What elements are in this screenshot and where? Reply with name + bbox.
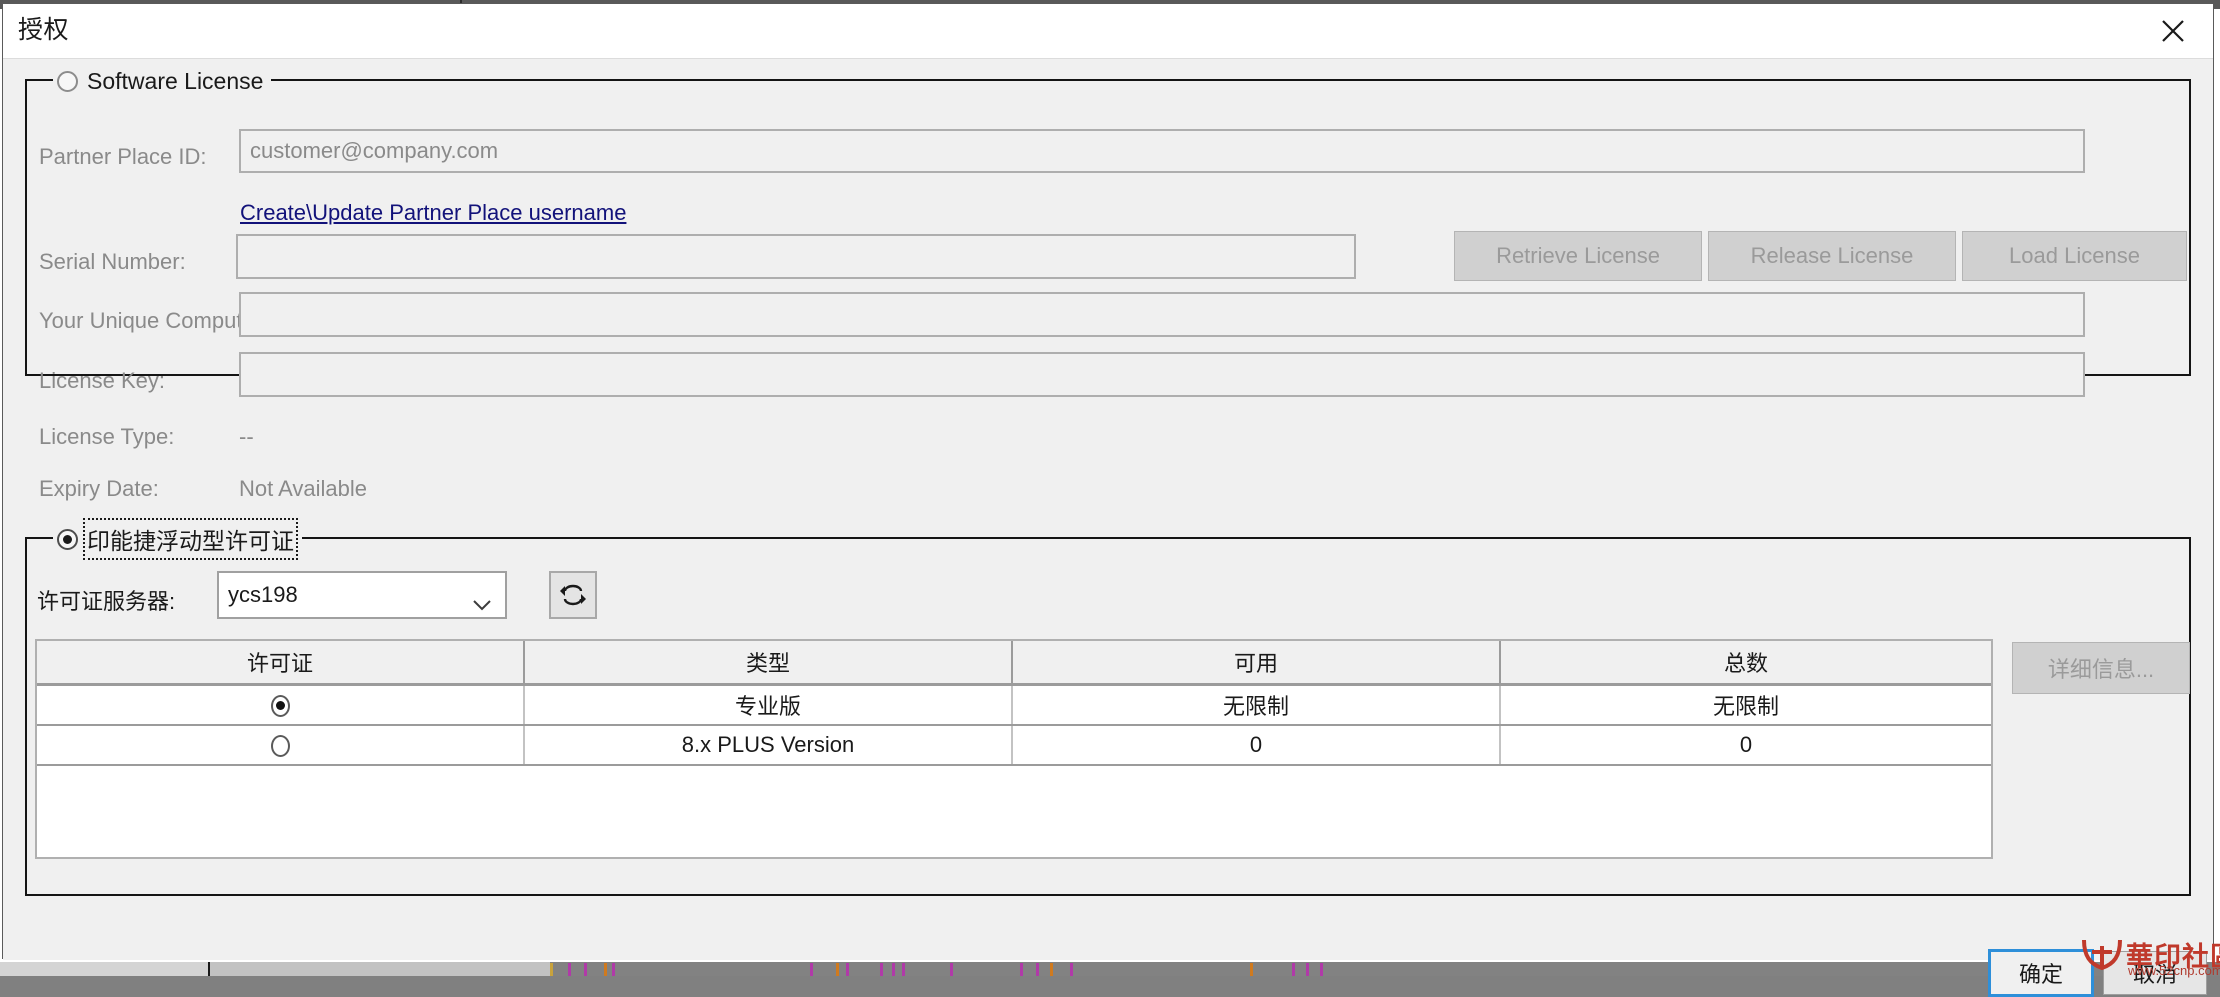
license-type-value: --	[239, 424, 254, 449]
license-server-label: 许可证服务器:	[37, 589, 176, 614]
row-available-cell: 0	[1012, 725, 1501, 766]
serial-number-label: Serial Number:	[39, 249, 186, 274]
authorization-dialog: 授权 Software License Partner Place ID: cu…	[2, 3, 2214, 997]
ok-button[interactable]: 确定	[1988, 949, 2094, 997]
cancel-button[interactable]: 取消	[2103, 951, 2207, 995]
license-table-header-row: 许可证 类型 可用 总数	[37, 641, 1991, 686]
floating-license-group: 印能捷浮动型许可证 许可证服务器: ycs198 许可证 类型 可用 总数 专业…	[25, 518, 2191, 896]
row-radio-button[interactable]	[270, 735, 290, 758]
details-button[interactable]: 详细信息...	[2012, 642, 2190, 694]
row-available-cell: 无限制	[1012, 684, 1501, 726]
license-key-label: License Key:	[39, 368, 165, 393]
expiry-date-label: Expiry Date:	[39, 476, 159, 501]
floating-license-legend-label: 印能捷浮动型许可证	[83, 518, 298, 560]
dialog-body: Software License Partner Place ID: custo…	[3, 59, 2213, 997]
software-license-group: Software License Partner Place ID: custo…	[25, 65, 2191, 501]
row-total-cell: 无限制	[1500, 684, 1991, 726]
row-type-cell: 专业版	[524, 684, 1013, 726]
refresh-server-list-button[interactable]	[549, 571, 597, 619]
partner-place-id-input[interactable]: customer@company.com	[239, 129, 2085, 173]
close-icon	[2162, 20, 2184, 42]
unique-computer-id-input[interactable]	[239, 292, 2085, 337]
column-header-license[interactable]: 许可证	[37, 641, 525, 686]
background-window-tickmarks	[550, 963, 2220, 976]
floating-license-legend[interactable]: 印能捷浮动型许可证	[53, 518, 302, 560]
chevron-down-icon	[473, 591, 491, 617]
create-update-partner-place-username-link[interactable]: Create\Update Partner Place username	[240, 200, 626, 226]
background-window-bottom-mid	[210, 962, 550, 976]
close-button[interactable]	[2141, 7, 2205, 55]
software-license-radio[interactable]	[57, 70, 78, 92]
row-total-cell: 0	[1500, 725, 1991, 766]
row-select-cell[interactable]	[37, 725, 525, 766]
table-row[interactable]: 8.x PLUS Version 0 0	[37, 725, 1991, 766]
license-table-body: 专业版 无限制 无限制 8.x PLUS Version 0 0	[37, 684, 1991, 766]
load-license-button[interactable]: Load License	[1962, 231, 2187, 281]
serial-number-input[interactable]	[236, 234, 1356, 279]
software-license-legend-label: Software License	[87, 67, 264, 94]
column-header-total[interactable]: 总数	[1500, 641, 1991, 686]
expiry-date-value: Not Available	[239, 476, 368, 501]
license-server-value: ycs198	[228, 582, 298, 607]
dialog-titlebar: 授权	[3, 4, 2213, 59]
floating-license-radio[interactable]	[57, 528, 78, 550]
license-type-label: License Type:	[39, 424, 175, 449]
background-window-bottom-left	[0, 962, 208, 976]
column-header-type[interactable]: 类型	[524, 641, 1013, 686]
row-select-cell[interactable]	[37, 684, 525, 726]
table-row[interactable]: 专业版 无限制 无限制	[37, 684, 1991, 726]
license-key-input[interactable]	[239, 352, 2085, 397]
dialog-title: 授权	[18, 16, 70, 44]
software-license-legend[interactable]: Software License	[53, 65, 272, 97]
release-license-button[interactable]: Release License	[1708, 231, 1956, 281]
row-radio-button[interactable]	[270, 695, 290, 718]
row-type-cell: 8.x PLUS Version	[524, 725, 1013, 766]
license-server-select[interactable]: ycs198	[217, 571, 507, 619]
refresh-icon	[560, 584, 586, 606]
column-header-available[interactable]: 可用	[1012, 641, 1501, 686]
retrieve-license-button[interactable]: Retrieve License	[1454, 231, 1702, 281]
partner-place-id-label: Partner Place ID:	[39, 144, 207, 169]
license-table-element: 许可证 类型 可用 总数 专业版 无限制 无限制 8.x PLUS Version 0 0	[37, 641, 1991, 766]
license-table: 许可证 类型 可用 总数 专业版 无限制 无限制 8.x PLUS Version 0 0	[35, 639, 1993, 859]
